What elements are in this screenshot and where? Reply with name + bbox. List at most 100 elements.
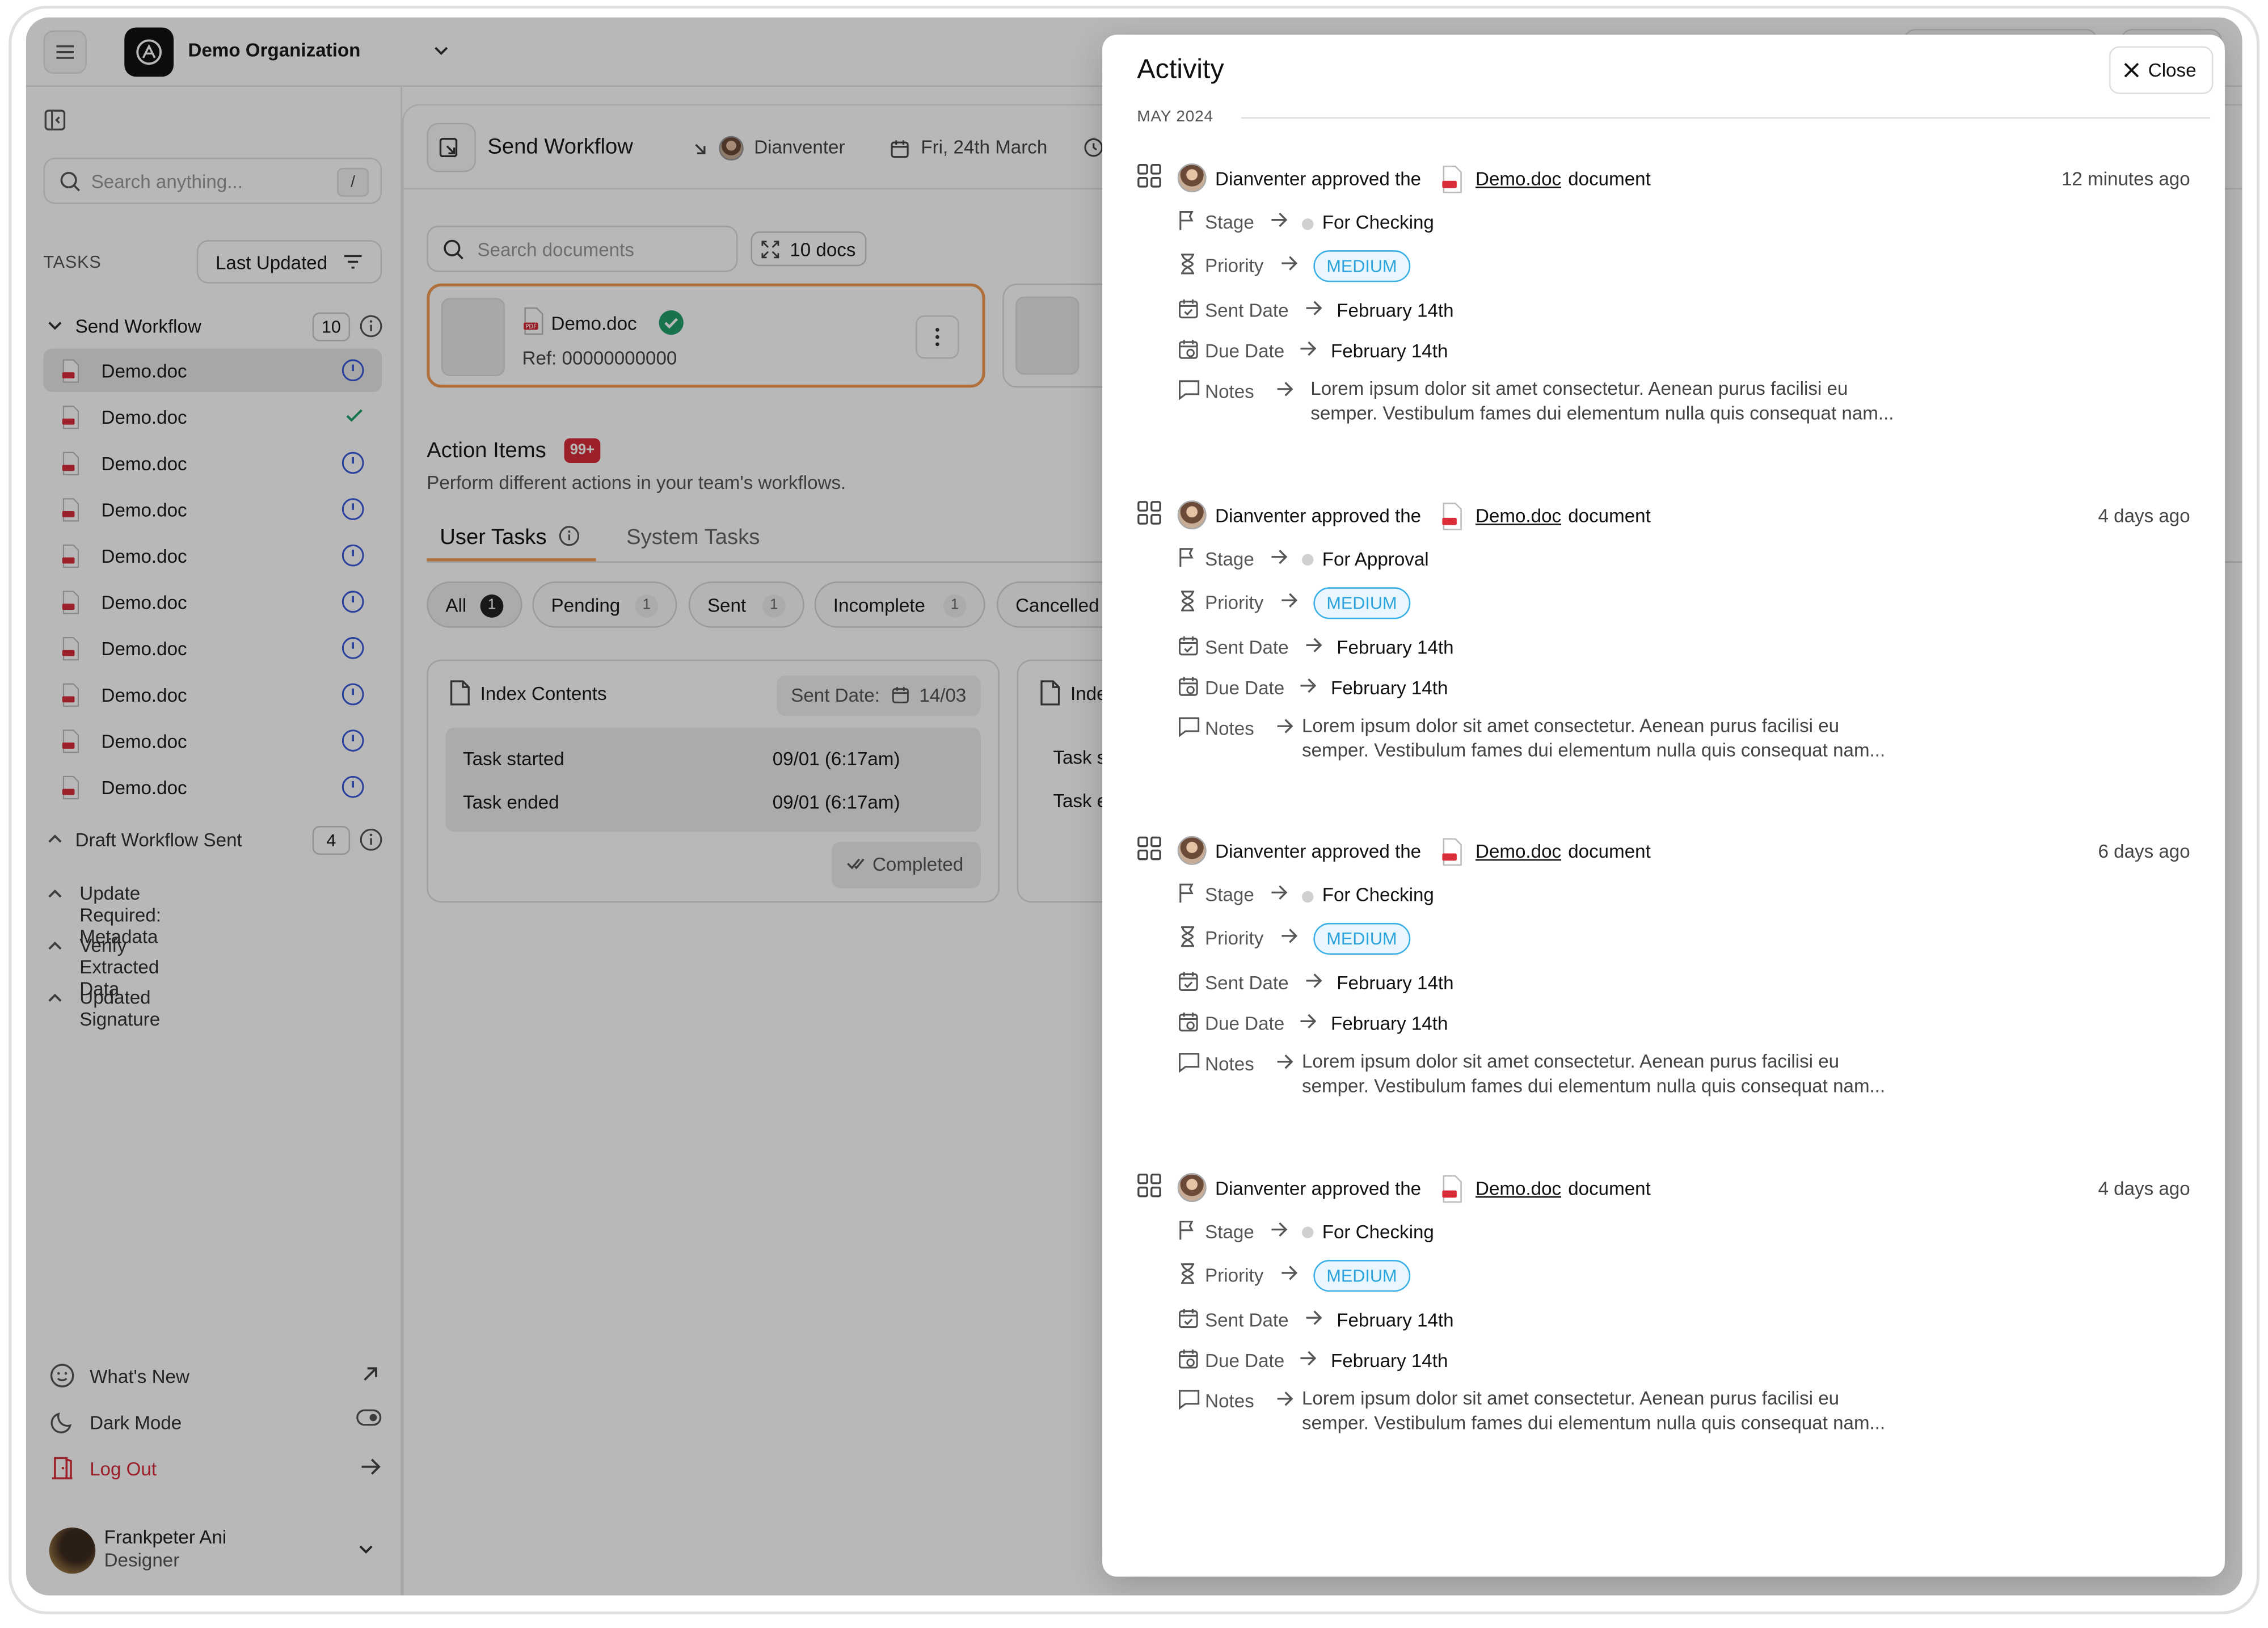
grid-icon — [1137, 163, 1161, 188]
notes-text: Lorem ipsum dolor sit amet consectetur. … — [1302, 1386, 1886, 1433]
document-link[interactable]: Demo.doc — [1476, 841, 1561, 862]
document-link[interactable]: Demo.doc — [1476, 168, 1561, 189]
arrow-right-icon — [1276, 1053, 1293, 1070]
activity-time: 6 days ago — [2098, 840, 2190, 862]
close-icon — [2123, 62, 2139, 78]
pdf-icon — [1441, 165, 1464, 194]
notes-field: Notes Lorem ipsum dolor sit amet consecte… — [1178, 1049, 1988, 1130]
calendar-clock-icon — [1178, 1347, 1199, 1369]
hourglass-icon — [1178, 253, 1198, 275]
arrow-right-icon — [1276, 717, 1293, 735]
calendar-check-icon — [1178, 1307, 1199, 1328]
grid-icon — [1137, 500, 1161, 524]
avatar — [1177, 1172, 1207, 1201]
stage-text: For Approval — [1322, 547, 1429, 570]
field-label: Sent Date — [1205, 972, 1289, 994]
document-link[interactable]: Demo.doc — [1476, 504, 1561, 526]
message-icon — [1178, 1052, 1201, 1073]
field-label: Stage — [1205, 1220, 1254, 1242]
arrow-right-icon — [1280, 1263, 1298, 1281]
due-date-value: February 14th — [1331, 676, 1448, 698]
calendar-clock-icon — [1178, 339, 1199, 360]
notes-field: Notes Lorem ipsum dolor sit amet consecte… — [1178, 712, 1988, 794]
flag-icon — [1178, 546, 1198, 568]
arrow-right-icon — [1270, 884, 1288, 901]
avatar — [1177, 500, 1207, 529]
app-window: Demo Organization Search anything... / T… — [26, 17, 2242, 1596]
arrow-right-icon — [1305, 1308, 1322, 1326]
arrow-right-icon — [1270, 211, 1288, 229]
avatar — [1177, 836, 1207, 865]
arrow-right-icon — [1280, 255, 1298, 272]
stage-value: For Checking — [1302, 884, 1434, 905]
field-label: Notes — [1205, 1389, 1254, 1411]
month-label: MAY 2024 — [1137, 108, 1213, 126]
close-label: Close — [2148, 59, 2197, 81]
activity-summary: Dianventer approved the — [1215, 168, 1421, 189]
field-label: Sent Date — [1205, 1308, 1289, 1330]
pdf-icon — [1441, 837, 1464, 866]
arrow-right-icon — [1299, 676, 1317, 694]
hourglass-icon — [1178, 1262, 1198, 1284]
field-label: Due Date — [1205, 1013, 1285, 1035]
sent-date-value: February 14th — [1337, 635, 1454, 657]
message-icon — [1178, 715, 1201, 737]
stage-value: For Approval — [1302, 547, 1429, 569]
activity-entry: Dianventer approved the Demo.doc document 4… — [1137, 497, 2207, 815]
calendar-check-icon — [1178, 298, 1199, 319]
priority-badge: MEDIUM — [1313, 922, 1410, 955]
grid-icon — [1137, 1173, 1161, 1197]
activity-entry: Dianventer approved the Demo.doc document 6… — [1137, 833, 2207, 1152]
field-label: Priority — [1205, 254, 1264, 277]
activity-time: 4 days ago — [2098, 1176, 2190, 1199]
activity-drawer: Activity Close MAY 2024 Dianventer appro… — [1102, 35, 2225, 1577]
flag-icon — [1178, 1218, 1198, 1240]
arrow-right-icon — [1276, 381, 1293, 398]
stage-text: For Checking — [1322, 1220, 1434, 1242]
activity-entry: Dianventer approved the Demo.doc document 1… — [1137, 161, 2207, 479]
field-label: Stage — [1205, 211, 1254, 233]
calendar-clock-icon — [1178, 675, 1199, 697]
due-date-value: February 14th — [1331, 1348, 1448, 1371]
action-text: approved the — [1311, 840, 1422, 862]
document-word: document — [1568, 840, 1651, 862]
stage-text: For Checking — [1322, 211, 1434, 233]
action-text: approved the — [1311, 504, 1422, 526]
due-date-value: February 14th — [1331, 1013, 1448, 1035]
action-text: approved the — [1311, 167, 1422, 190]
arrow-right-icon — [1305, 300, 1322, 317]
priority-badge: MEDIUM — [1313, 1259, 1410, 1291]
pdf-icon — [1441, 501, 1464, 530]
status-dot — [1302, 890, 1314, 902]
field-label: Notes — [1205, 1053, 1254, 1075]
document-word: document — [1568, 167, 1651, 190]
month-divider — [1241, 117, 2211, 119]
field-label: Priority — [1205, 1263, 1264, 1285]
activity-summary: Dianventer approved the — [1215, 504, 1421, 526]
arrow-right-icon — [1299, 1013, 1317, 1030]
hourglass-icon — [1178, 589, 1198, 611]
document-link[interactable]: Demo.doc — [1476, 1176, 1561, 1198]
flag-icon — [1178, 883, 1198, 904]
arrow-right-icon — [1280, 591, 1298, 609]
flag-icon — [1178, 210, 1198, 231]
sent-date-value: February 14th — [1337, 299, 1454, 322]
arrow-right-icon — [1299, 1349, 1317, 1366]
calendar-clock-icon — [1178, 1011, 1199, 1032]
field-label: Due Date — [1205, 1348, 1285, 1371]
arrow-right-icon — [1280, 927, 1298, 945]
arrow-right-icon — [1276, 1389, 1293, 1407]
activity-title: Activity — [1137, 54, 1224, 86]
field-label: Sent Date — [1205, 635, 1289, 657]
message-icon — [1178, 1388, 1201, 1410]
activity-time: 12 minutes ago — [2061, 167, 2190, 190]
field-label: Priority — [1205, 927, 1264, 949]
field-label: Notes — [1205, 380, 1254, 402]
arrow-right-icon — [1305, 972, 1322, 990]
arrow-right-icon — [1305, 636, 1322, 653]
status-dot — [1302, 1226, 1314, 1238]
arrow-right-icon — [1270, 1220, 1288, 1238]
activity-time: 4 days ago — [2098, 504, 2190, 526]
close-button[interactable]: Close — [2109, 46, 2214, 94]
status-dot — [1302, 554, 1314, 566]
